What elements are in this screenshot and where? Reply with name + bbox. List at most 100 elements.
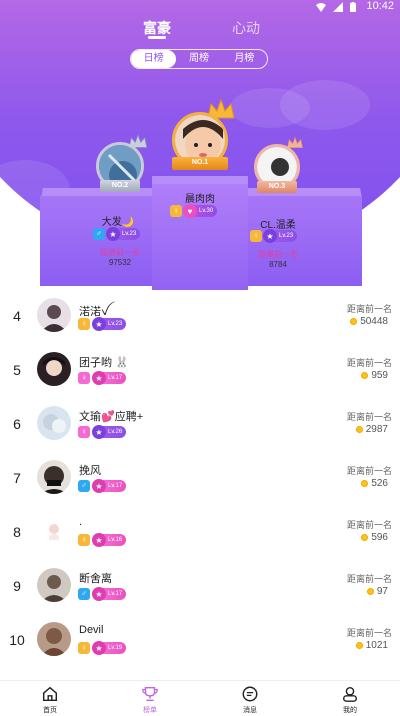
rank-number: 6 bbox=[13, 416, 21, 432]
score: 2987 bbox=[355, 424, 388, 435]
avatar[interactable] bbox=[37, 622, 71, 656]
level-star-icon: ★ bbox=[92, 641, 106, 655]
home-icon bbox=[42, 686, 58, 702]
level-text: Lv.23 bbox=[108, 321, 123, 327]
coin-icon bbox=[366, 588, 374, 595]
score-value: 526 bbox=[371, 478, 388, 489]
level-star-icon: ★ bbox=[92, 533, 106, 547]
wifi-icon bbox=[316, 3, 326, 12]
profile-icon bbox=[342, 686, 358, 702]
nav-profile[interactable]: 我的 bbox=[300, 681, 400, 716]
list-item[interactable]: 8 . ♀ ★ Lv.16 距离前一名 596 bbox=[0, 506, 400, 560]
avatar[interactable] bbox=[37, 406, 71, 440]
trophy-icon bbox=[142, 686, 158, 702]
avatar[interactable] bbox=[37, 352, 71, 386]
level-badge: ★ Lv.23 bbox=[92, 317, 127, 331]
main-tabs: 富豪 心动 bbox=[0, 18, 400, 40]
gap-label-third: 距离前一名 bbox=[258, 250, 298, 259]
gap-label: 距离前一名 bbox=[346, 628, 392, 638]
avatar-image bbox=[37, 514, 71, 548]
badges-second: ♂ ★ Lv.23 bbox=[93, 227, 141, 241]
coin-icon bbox=[355, 642, 363, 649]
tab-heartbeat[interactable]: 心动 bbox=[232, 18, 260, 38]
avatar-image bbox=[37, 352, 71, 386]
level-badge: ★ Lv.19 bbox=[92, 641, 127, 655]
top-name-third: CL.温柔 bbox=[260, 220, 296, 231]
tab-monthly[interactable]: 月榜 bbox=[222, 50, 267, 68]
rank-number: 10 bbox=[9, 632, 25, 648]
hero-header: 10:42 富豪 心动 日榜 周榜 月榜 NO.1 晨肉肉 ♀ ♥ Lv.30 … bbox=[0, 0, 400, 290]
tab-rich[interactable]: 富豪 bbox=[143, 18, 171, 38]
score: 97 bbox=[366, 586, 388, 597]
status-bar: 10:42 bbox=[0, 0, 400, 14]
list-item[interactable]: 4 渃渃ꪜ ♀ ★ Lv.23 距离前一名 50448 bbox=[0, 290, 400, 344]
list-item[interactable]: 9 断舍离 ♂ ★ Lv.17 距离前一名 97 bbox=[0, 560, 400, 614]
score-value: 97 bbox=[376, 586, 388, 597]
level-star-icon: ★ bbox=[92, 317, 106, 331]
gap-label: 距离前一名 bbox=[346, 520, 392, 530]
avatar[interactable] bbox=[37, 460, 71, 494]
user-name: 文瑜💕应聘+ bbox=[79, 411, 144, 423]
top-name-first: 晨肉肉 bbox=[185, 194, 215, 205]
coin-icon bbox=[361, 480, 369, 487]
top-name-second: 大发🌙 bbox=[101, 217, 135, 228]
rank-number: 9 bbox=[13, 578, 21, 594]
coin-icon bbox=[361, 534, 369, 541]
level-heart-icon: ♥ bbox=[183, 204, 197, 218]
tab-weekly[interactable]: 周榜 bbox=[176, 50, 221, 68]
score: 50448 bbox=[350, 316, 388, 327]
rank-number: 4 bbox=[13, 308, 21, 324]
gender-male-icon: ♂ bbox=[93, 228, 105, 240]
rank-badge-second: NO.2 bbox=[100, 180, 140, 192]
avatar[interactable] bbox=[37, 298, 71, 332]
nav-messages[interactable]: 消息 bbox=[200, 681, 300, 716]
list-item[interactable]: 7 挽风 ♂ ★ Lv.17 距离前一名 526 bbox=[0, 452, 400, 506]
gap-label: 距离前一名 bbox=[346, 412, 392, 422]
tab-daily[interactable]: 日榜 bbox=[131, 50, 177, 68]
gap-label: 距离前一名 bbox=[346, 574, 392, 584]
user-badges: ♀ ★ Lv.17 bbox=[78, 371, 127, 385]
leaderboard-screen: 10:42 富豪 心动 日榜 周榜 月榜 NO.1 晨肉肉 ♀ ♥ Lv.30 … bbox=[0, 0, 400, 716]
list-item[interactable]: 5 团子哟 🐰 ♀ ★ Lv.17 距离前一名 959 bbox=[0, 344, 400, 398]
rank-number: 7 bbox=[13, 470, 21, 486]
gender-male-icon: ♂ bbox=[78, 588, 90, 600]
score: 596 bbox=[361, 532, 388, 543]
avatar[interactable] bbox=[37, 568, 71, 602]
user-badges: ♀ ★ Lv.26 bbox=[78, 425, 127, 439]
level-text: Lv.16 bbox=[108, 537, 123, 543]
user-name: 断舍离 bbox=[79, 573, 112, 585]
score-value: 959 bbox=[371, 370, 388, 381]
level-text: Lv.30 bbox=[199, 208, 214, 214]
nav-label: 消息 bbox=[243, 707, 257, 714]
list-item[interactable]: 10 Devil ♀ ★ Lv.19 距离前一名 1021 bbox=[0, 614, 400, 668]
gender-icon: ♀ bbox=[170, 205, 182, 217]
user-name: 团子哟 🐰 bbox=[79, 357, 129, 369]
level-text: Lv.17 bbox=[108, 483, 123, 489]
nav-ranking[interactable]: 榜单 bbox=[100, 681, 200, 716]
nav-label: 首页 bbox=[43, 707, 57, 714]
score-third: 8784 bbox=[269, 260, 287, 269]
score-value: 50448 bbox=[360, 316, 388, 327]
level-badge: ★ Lv.17 bbox=[92, 479, 127, 493]
badges-third: ♀ ★ Lv.23 bbox=[250, 229, 298, 243]
level-star-icon: ★ bbox=[92, 587, 106, 601]
gender-female-icon: ♀ bbox=[78, 426, 90, 438]
rank-badge-first: NO.1 bbox=[172, 157, 228, 170]
status-time: 10:42 bbox=[366, 0, 394, 12]
avatar-image bbox=[37, 568, 71, 602]
level-badge: ★ Lv.23 bbox=[106, 227, 141, 241]
gap-label: 距离前一名 bbox=[346, 358, 392, 368]
list-item[interactable]: 6 文瑜💕应聘+ ♀ ★ Lv.26 距离前一名 2987 bbox=[0, 398, 400, 452]
level-star-icon: ★ bbox=[92, 425, 106, 439]
avatar-image bbox=[37, 406, 71, 440]
rank-number: 8 bbox=[13, 524, 21, 540]
avatar[interactable] bbox=[37, 514, 71, 548]
coin-icon bbox=[361, 372, 369, 379]
level-star-icon: ★ bbox=[92, 371, 106, 385]
nav-home[interactable]: 首页 bbox=[0, 681, 100, 716]
signal-icon bbox=[333, 2, 343, 12]
level-badge: ★ Lv.16 bbox=[92, 533, 127, 547]
level-badge: ★ Lv.26 bbox=[92, 425, 127, 439]
coin-icon bbox=[350, 318, 358, 325]
avatar-image bbox=[37, 298, 71, 332]
